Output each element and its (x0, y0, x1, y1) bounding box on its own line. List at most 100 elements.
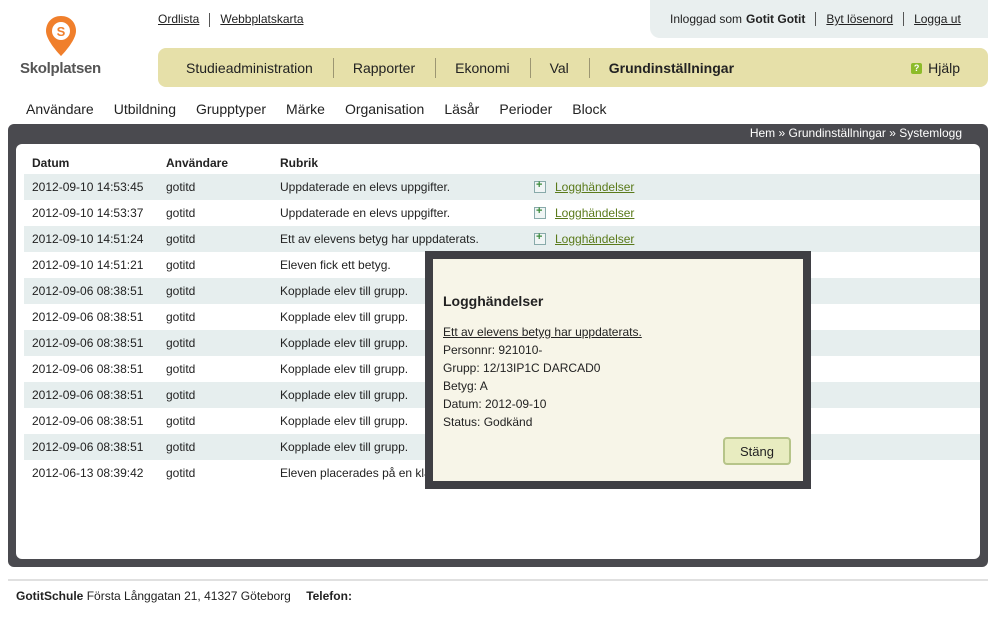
cell-date: 2012-09-10 14:51:21 (32, 258, 144, 272)
cell-date: 2012-09-10 14:53:37 (32, 206, 144, 220)
sitemap-link[interactable]: Webbplatskarta (220, 12, 303, 26)
footer-phone-label: Telefon: (306, 589, 352, 603)
subnav-grupptyper[interactable]: Grupptyper (196, 101, 266, 117)
nav-studieadministration[interactable]: Studieadministration (158, 60, 333, 76)
svg-text:S: S (57, 24, 66, 39)
cell-date: 2012-09-06 08:38:51 (32, 414, 144, 428)
cell-actions: Logghändelser (526, 226, 980, 252)
nav-grundinstallningar[interactable]: Grundinställningar (588, 57, 754, 78)
glossary-link[interactable]: Ordlista (158, 12, 199, 26)
breadcrumb-home[interactable]: Hem (750, 126, 775, 140)
breadcrumb-current: Systemlogg (899, 126, 962, 140)
subnav-perioder[interactable]: Perioder (499, 101, 552, 117)
log-events-link[interactable]: Logghändelser (555, 206, 634, 220)
cell-date: 2012-09-06 08:38:51 (24, 382, 158, 408)
divider (815, 12, 817, 26)
group-line: Grupp: 12/13IP1C DARCAD0 (443, 361, 601, 375)
dialog-subject-link[interactable]: Ett av elevens betyg har uppdaterats. (443, 323, 642, 341)
breadcrumb-separator: » (889, 126, 896, 140)
cell-date: 2012-06-13 08:39:42 (32, 466, 144, 480)
user-name: Gotit Gotit (746, 12, 806, 26)
cell-user: gotitd (166, 206, 196, 220)
cell-user: gotitd (158, 382, 272, 408)
footer: GotitSchule Första Långgatan 21, 41327 G… (16, 589, 352, 603)
cell-subject: Uppdaterade en elevs uppgifter. (280, 206, 451, 220)
sub-nav: Användare Utbildning Grupptyper Märke Or… (26, 101, 607, 117)
cell-user: gotitd (166, 362, 196, 376)
footer-school: GotitSchule (16, 589, 84, 603)
logged-in-label: Inloggad som (670, 12, 743, 26)
cell-actions: Logghändelser (526, 174, 980, 200)
dialog-body: Ett av elevens betyg har uppdaterats. Pe… (443, 323, 642, 431)
cell-date: 2012-09-06 08:38:51 (24, 278, 158, 304)
user-box: Inloggad som Gotit Gotit Byt lösenord Lo… (650, 0, 988, 38)
column-header-date: Datum (32, 156, 70, 170)
subnav-anvandare[interactable]: Användare (26, 101, 94, 117)
table-row: 2012-09-10 14:53:45 gotitd Uppdaterade en … (24, 174, 980, 200)
close-button[interactable]: Stäng (723, 437, 791, 465)
cell-user: gotitd (158, 174, 272, 200)
cell-date: 2012-09-06 08:38:51 (24, 434, 158, 460)
footer-divider (8, 579, 988, 581)
nav-ekonomi[interactable]: Ekonomi (435, 57, 529, 78)
cell-date: 2012-09-06 08:38:51 (32, 310, 144, 324)
help-icon: ? (911, 62, 923, 74)
cell-user: gotitd (158, 330, 272, 356)
log-events-action: Logghändelser (534, 179, 972, 194)
cell-user: gotitd (158, 434, 272, 460)
cell-subject: Uppdaterade en elevs uppgifter. (272, 174, 526, 200)
expand-icon[interactable] (534, 205, 546, 219)
log-events-link[interactable]: Logghändelser (555, 180, 634, 194)
grade-line: Betyg: A (443, 379, 488, 393)
logo-text: Skolplatsen (20, 60, 101, 77)
cell-date: 2012-09-06 08:38:51 (24, 330, 158, 356)
table-row: 2012-09-10 14:53:37 gotitd Uppdaterade en … (24, 200, 980, 226)
footer-address: Första Långgatan 21, 41327 Göteborg (86, 589, 291, 603)
table-row: 2012-09-10 14:51:24 gotitd Ett av elevens … (24, 226, 980, 252)
cell-user: gotitd (166, 466, 196, 480)
column-header-subject: Rubrik (280, 156, 319, 170)
status-line: Status: Godkänd (443, 415, 533, 429)
nav-val[interactable]: Val (529, 57, 589, 78)
cell-user: gotitd (158, 226, 272, 252)
column-header-actions (526, 152, 980, 174)
subnav-marke[interactable]: Märke (286, 101, 325, 117)
cell-user: gotitd (166, 258, 196, 272)
cell-actions: Logghändelser (526, 200, 980, 226)
log-events-action: Logghändelser (534, 205, 972, 220)
logout-link[interactable]: Logga ut (914, 12, 961, 26)
log-events-link[interactable]: Logghändelser (555, 232, 634, 246)
subnav-lasar[interactable]: Läsår (444, 101, 479, 117)
expand-icon[interactable] (534, 179, 546, 193)
breadcrumb-section[interactable]: Grundinställningar (789, 126, 886, 140)
subnav-block[interactable]: Block (572, 101, 606, 117)
divider (903, 12, 905, 26)
cell-subject: Ett av elevens betyg har uppdaterats. (272, 226, 526, 252)
cell-user: gotitd (166, 310, 196, 324)
help-label: Hjälp (928, 60, 960, 76)
top-links: Ordlista Webbplatskarta (158, 12, 304, 27)
divider (209, 12, 211, 27)
main-nav: Studieadministration Rapporter Ekonomi V… (158, 48, 988, 87)
log-event-dialog: Logghändelser Ett av elevens betyg har u… (425, 251, 811, 489)
skolplatsen-logo[interactable]: S Skolplatsen (20, 12, 110, 82)
change-password-link[interactable]: Byt lösenord (826, 12, 893, 26)
subnav-utbildning[interactable]: Utbildning (114, 101, 176, 117)
cell-date: 2012-09-10 14:51:24 (24, 226, 158, 252)
table-header-row: Datum Användare Rubrik (24, 152, 980, 174)
breadcrumb-separator: » (778, 126, 786, 140)
help-button[interactable]: ? Hjälp (911, 60, 960, 76)
column-header-user: Användare (166, 156, 229, 170)
cell-date: 2012-09-10 14:53:45 (24, 174, 158, 200)
dialog-title: Logghändelser (443, 293, 544, 309)
expand-icon[interactable] (534, 231, 546, 245)
breadcrumb: Hem » Grundinställningar » Systemlogg (750, 126, 962, 140)
subnav-organisation[interactable]: Organisation (345, 101, 424, 117)
log-events-action: Logghändelser (534, 231, 972, 246)
location-pin-icon: S (46, 16, 76, 56)
personnr-line: Personnr: 921010- (443, 343, 543, 357)
cell-user: gotitd (158, 278, 272, 304)
cell-date: 2012-09-06 08:38:51 (32, 362, 144, 376)
dialog-content: Logghändelser Ett av elevens betyg har u… (433, 259, 803, 481)
nav-rapporter[interactable]: Rapporter (332, 57, 435, 78)
